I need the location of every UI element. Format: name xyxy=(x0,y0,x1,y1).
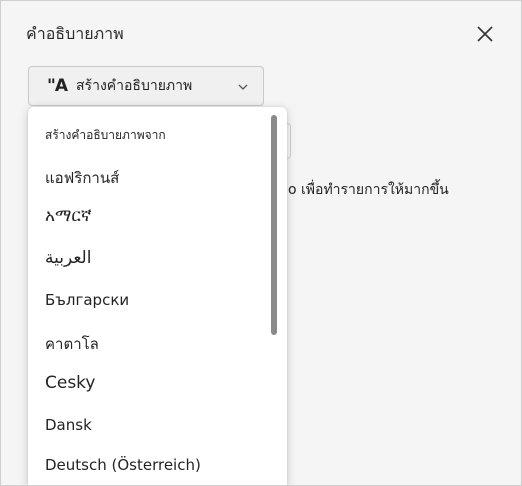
background-help-text: o เพื่อทำรายการให้มากขึ้น xyxy=(288,182,449,198)
language-item[interactable]: Dansk xyxy=(45,416,92,434)
language-item[interactable]: คาตาโล xyxy=(45,332,99,356)
generate-alt-text-button[interactable]: "A สร้างคำอธิบายภาพ xyxy=(28,66,264,106)
generate-alt-text-label: สร้างคำอธิบายภาพ xyxy=(76,78,193,94)
pane-title: คำอธิบายภาพ xyxy=(26,24,124,43)
language-item[interactable]: Cesky xyxy=(45,373,96,393)
language-item[interactable]: አማርኛ xyxy=(45,206,92,226)
close-icon xyxy=(477,26,493,42)
alt-text-pane: คำอธิบายภาพ "A สร้างคำอธิบายภาพ o เพื่อท… xyxy=(0,0,522,486)
language-item[interactable]: العربية xyxy=(45,248,91,268)
language-dropdown-menu: สร้างคำอธิบายภาพจาก แอฟริกานส์ አማርኛ العر… xyxy=(28,107,287,485)
chevron-down-icon xyxy=(238,84,248,90)
language-item[interactable]: แอฟริกานส์ xyxy=(45,166,119,190)
close-button[interactable] xyxy=(471,20,499,48)
menu-header: สร้างคำอธิบายภาพจาก xyxy=(45,128,166,142)
alt-text-icon: "A xyxy=(47,76,68,96)
menu-scrollbar[interactable] xyxy=(271,115,277,335)
language-item[interactable]: Български xyxy=(45,291,129,309)
language-item[interactable]: Deutsch (Österreich) xyxy=(45,456,201,474)
